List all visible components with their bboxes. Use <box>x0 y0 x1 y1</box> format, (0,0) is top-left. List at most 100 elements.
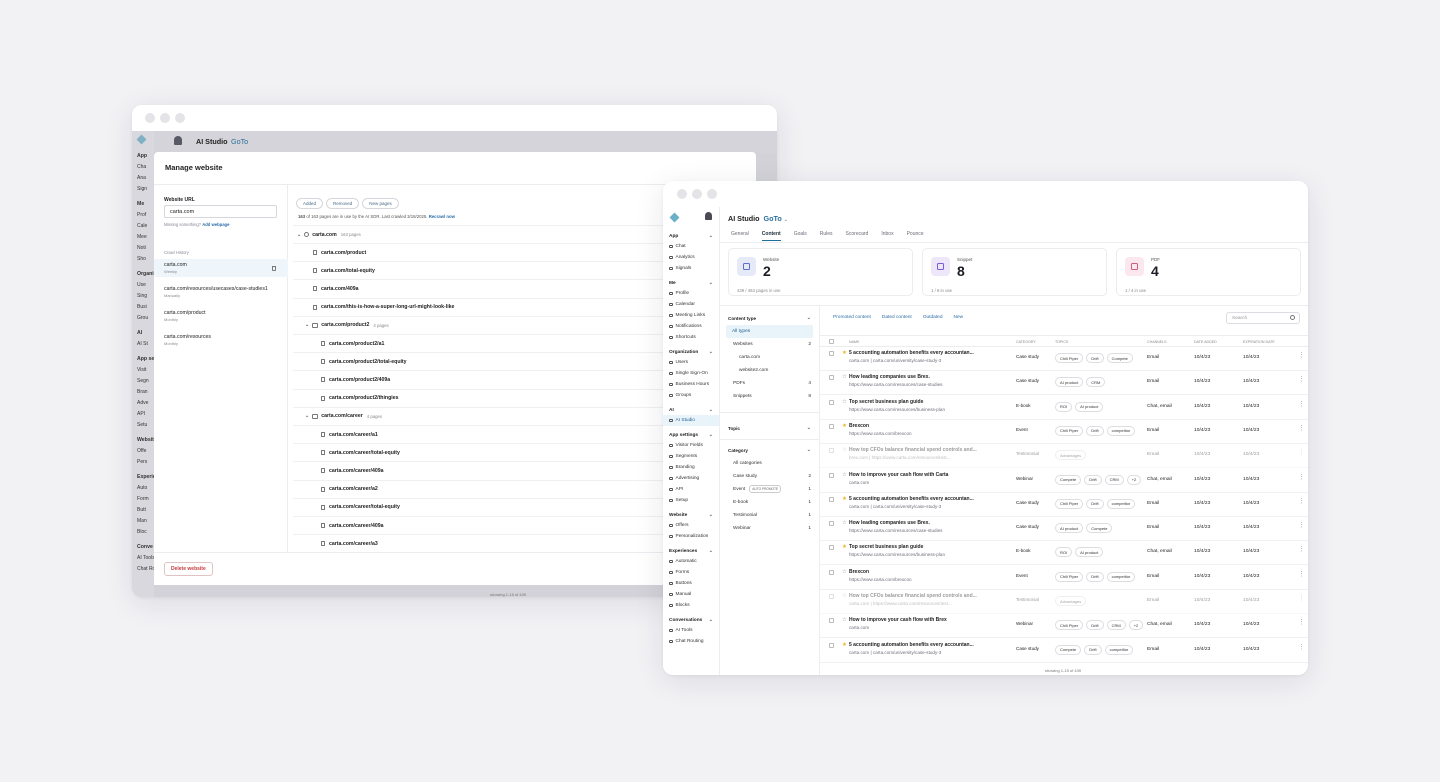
topic-tag[interactable]: Drift <box>1086 571 1104 582</box>
add-webpage-link[interactable]: Add webpage <box>202 222 229 227</box>
topic-tag[interactable]: AI product <box>1055 523 1084 534</box>
sidebar-item-cha[interactable]: Cha <box>132 162 154 173</box>
filter-dated-content[interactable]: Dated content <box>882 315 912 320</box>
sidebar-group-conversations[interactable]: Conversations ⌄ <box>663 615 719 625</box>
card-pdf[interactable]: PDF 4 1 / 4 in use <box>1116 248 1301 296</box>
topic-tag[interactable]: Compete <box>1055 644 1082 655</box>
more-options-icon[interactable]: ⋮ <box>1298 618 1305 626</box>
row-name[interactable]: 5 accounting automation benefits every a… <box>849 642 974 648</box>
sidebar-group-me[interactable]: Me ⌄ <box>663 278 719 288</box>
more-options-icon[interactable]: ⋮ <box>1298 375 1305 383</box>
filter-new-pages[interactable]: New pages <box>362 198 399 209</box>
topic-tag[interactable]: Compete <box>1086 523 1113 534</box>
crawl-history-item[interactable]: carta.com Weekly <box>154 259 288 277</box>
topic-header[interactable]: Topic ⌄ <box>720 421 819 435</box>
sidebar-item-mee[interactable]: Mee <box>132 232 154 243</box>
sidebar-item-bran[interactable]: Bran <box>132 387 154 398</box>
row-name[interactable]: How leading companies use Brex. <box>849 374 930 380</box>
tab-inbox[interactable]: Inbox <box>881 231 893 241</box>
sidebar-item-personalization[interactable]: Personalization <box>663 531 719 542</box>
row-checkbox[interactable] <box>829 375 834 381</box>
sidebar-item-offers[interactable]: Offers <box>663 520 719 531</box>
maximize-dot[interactable] <box>707 189 717 199</box>
recrawl-now-link[interactable]: Recrawl now <box>429 214 455 219</box>
sidebar-item-setu[interactable]: Setu <box>132 420 154 431</box>
row-checkbox[interactable] <box>829 618 834 624</box>
sidebar-item-segn[interactable]: Segn <box>132 376 154 387</box>
content-type-pdfs[interactable]: PDFs 4 <box>720 377 819 390</box>
sidebar-item-busi[interactable]: Busi <box>132 302 154 313</box>
topic-tag[interactable]: Drift <box>1086 620 1104 631</box>
tab-goals[interactable]: Goals <box>794 231 807 241</box>
filter-added[interactable]: Added <box>296 198 324 209</box>
topic-tag[interactable]: competitor <box>1104 644 1134 655</box>
table-row[interactable]: ☆ How top CFOs balance financial spend co… <box>820 444 1308 469</box>
sidebar-item-ana[interactable]: Ana <box>132 173 154 184</box>
sidebar-item-prof[interactable]: Prof <box>132 210 154 221</box>
sidebar-item-visit[interactable]: Visit <box>132 365 154 376</box>
sidebar-item-api[interactable]: API <box>132 409 154 420</box>
topic-tag[interactable]: +2 <box>1126 474 1142 485</box>
filter-promoted-content[interactable]: Promoted content <box>833 315 871 320</box>
star-outline-icon[interactable]: ☆ <box>842 569 847 575</box>
topic-tag[interactable]: AI product <box>1055 377 1084 388</box>
filter-new[interactable]: New <box>954 315 964 320</box>
search-icon[interactable] <box>1290 315 1295 320</box>
table-row[interactable]: ☆ How leading companies use Brex. https://… <box>820 517 1308 542</box>
row-name[interactable]: How top CFOs balance financial spend con… <box>849 447 977 453</box>
column-date-added[interactable]: DATE ADDED <box>1194 340 1217 344</box>
trash-icon[interactable] <box>272 266 276 271</box>
category-webinar[interactable]: Webinar 1 <box>720 522 819 535</box>
sidebar-item-segments[interactable]: Segments <box>663 451 719 462</box>
row-name[interactable]: How leading companies use Brex. <box>849 520 930 526</box>
topic-tag[interactable]: competitor <box>1106 571 1136 582</box>
row-name[interactable]: Brexcon <box>849 569 869 575</box>
column-expiration-date[interactable]: EXPIRATION DATE <box>1243 340 1275 344</box>
topic-tag[interactable]: +2 <box>1128 620 1144 631</box>
more-options-icon[interactable]: ⋮ <box>1298 400 1305 408</box>
sidebar-item-analytics[interactable]: Analytics <box>663 252 719 263</box>
content-type-website2-com[interactable]: website2.com <box>720 364 819 377</box>
table-row[interactable]: ★ 5 accounting automation benefits every … <box>820 639 1308 663</box>
topic-tag[interactable]: AI product <box>1075 547 1104 558</box>
table-row[interactable]: ☆ How to improve your cash flow with Brex… <box>820 614 1308 639</box>
tab-rules[interactable]: Rules <box>820 231 833 241</box>
topic-tag[interactable]: Compete <box>1055 474 1082 485</box>
close-dot[interactable] <box>677 189 687 199</box>
sidebar-group-organization[interactable]: Organization ⌄ <box>663 347 719 357</box>
tab-content[interactable]: Content <box>761 231 781 241</box>
column-name[interactable]: NAME <box>849 340 859 344</box>
sidebar-item-branding[interactable]: Branding <box>663 462 719 473</box>
sidebar-item-auto[interactable]: Auto <box>132 483 154 494</box>
sidebar-item-sing[interactable]: Sing <box>132 291 154 302</box>
sidebar-item-notifications[interactable]: Notifications <box>663 321 719 332</box>
row-checkbox[interactable] <box>829 496 834 502</box>
avatar[interactable] <box>174 136 182 145</box>
table-row[interactable]: ★ Brexcon https://www.carta.com/brexcon Eve… <box>820 420 1308 444</box>
star-outline-icon[interactable]: ☆ <box>842 374 847 380</box>
sidebar-item-single-sign-on[interactable]: Single Sign-On <box>663 368 719 379</box>
sidebar-item-adve[interactable]: Adve <box>132 398 154 409</box>
row-name[interactable]: How to improve your cash flow with Brex <box>849 617 947 623</box>
column-topics[interactable]: TOPICS <box>1055 340 1068 344</box>
table-row[interactable]: ☆ How leading companies use Brex. https://… <box>820 371 1308 396</box>
topic-tag[interactable]: Drift <box>1086 498 1104 509</box>
more-options-icon[interactable]: ⋮ <box>1298 497 1305 505</box>
row-checkbox[interactable] <box>829 448 834 454</box>
topic-tag[interactable]: Compete <box>1106 353 1133 363</box>
sidebar-item-man[interactable]: Man <box>132 516 154 527</box>
star-outline-icon[interactable]: ☆ <box>842 472 847 478</box>
topic-tag[interactable]: Drift <box>1084 474 1102 485</box>
topic-tag[interactable]: CRM <box>1106 620 1126 631</box>
more-options-icon[interactable]: ⋮ <box>1298 351 1305 359</box>
star-filled-icon[interactable]: ★ <box>842 496 847 502</box>
sidebar-item-calendar[interactable]: Calendar <box>663 299 719 310</box>
sidebar-item-forms[interactable]: Forms <box>663 567 719 578</box>
topic-tag[interactable]: Drift <box>1086 425 1104 436</box>
row-checkbox[interactable] <box>829 472 834 478</box>
row-checkbox[interactable] <box>829 569 834 575</box>
chevron-down-icon[interactable]: ⌄ <box>305 322 309 328</box>
org-switcher[interactable]: GoTo <box>231 137 248 146</box>
more-options-icon[interactable]: ⋮ <box>1298 643 1305 651</box>
sidebar-group-experiences[interactable]: Experiences ⌄ <box>663 546 719 556</box>
